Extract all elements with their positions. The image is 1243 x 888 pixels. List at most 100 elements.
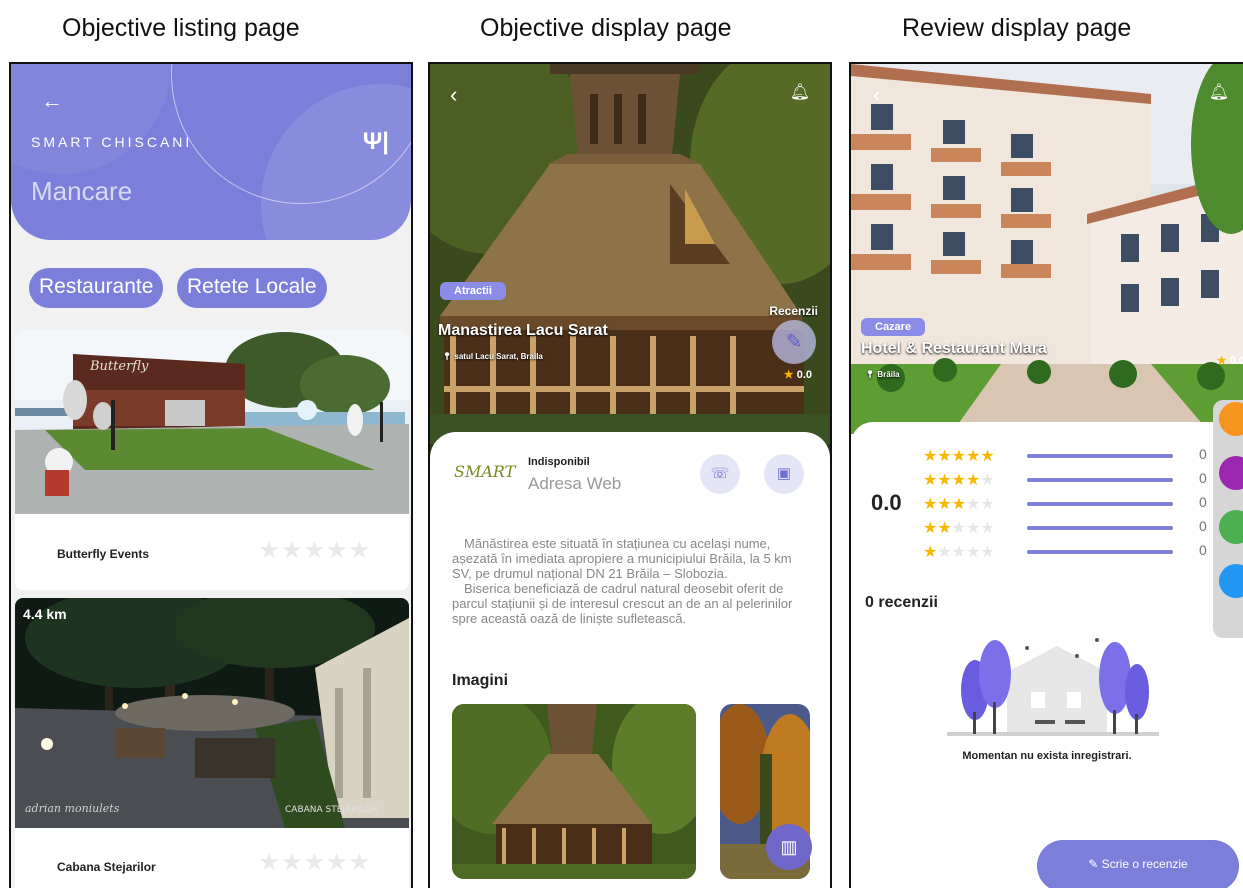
fork-knife-icon: Ψ| — [362, 128, 389, 155]
pin-icon: 📍︎ — [442, 352, 453, 361]
rating-stars: ★★★★★ — [923, 448, 995, 465]
description-paragraph: Biserica beneficiază de cadrul natural d… — [452, 581, 793, 626]
smart-logo: SMART — [454, 462, 520, 498]
theme-color-blue[interactable] — [1219, 564, 1243, 598]
location-row: 📍︎ Brăila — [865, 370, 900, 379]
back-arrow-icon[interactable]: ← — [41, 88, 63, 114]
decor-circle — [11, 64, 171, 174]
write-review-button[interactable]: ✎ — [772, 320, 816, 364]
call-button[interactable]: ☏ — [700, 454, 740, 494]
web-address-label[interactable]: Adresa Web — [528, 474, 621, 494]
venue-name: Cabana Stejarilor — [57, 860, 156, 874]
star-icon: ★ — [783, 369, 794, 381]
description-paragraph: Mănăstirea este situată în stațiunea cu … — [452, 536, 792, 581]
objective-title: Manastirea Lacu Sarat — [438, 322, 608, 339]
rating-stars: ★★★★★ — [923, 544, 995, 561]
theme-color-purple[interactable] — [1219, 456, 1243, 490]
listing-header: ← SMART CHISCANI Ψ| Mancare — [11, 64, 411, 240]
theme-color-orange[interactable] — [1219, 402, 1243, 436]
location-text: satul Lacu Sarat, Braila — [454, 352, 543, 361]
rating-count: 0 — [1199, 518, 1207, 534]
location-row: 📍︎ satul Lacu Sarat, Braila — [442, 352, 543, 361]
average-rating: 0.0 — [871, 490, 902, 515]
theme-color-picker — [1213, 400, 1243, 638]
write-review-label: Scrie o recenzie — [1101, 857, 1188, 871]
web-off-icon: ▣ — [776, 465, 792, 482]
location-text: Brăila — [877, 370, 900, 379]
details-sheet: SMART Indisponibil Adresa Web ☏ ▣ Mănăst… — [430, 432, 830, 888]
rating-value: 0.0 — [1229, 355, 1243, 367]
rating-count: 0 — [1199, 542, 1207, 558]
venue-name: Butterfly Events — [57, 547, 150, 561]
rating-bar — [1027, 478, 1173, 482]
reviews-sheet: 0.0 ★★★★★ 0 ★★★★★ 0 ★★★★★ 0 ★★★★★ 0 ★★★★… — [851, 422, 1243, 888]
theme-color-green[interactable] — [1219, 510, 1243, 544]
rating-count: 0 — [1199, 446, 1207, 462]
hero-image: ‹ 🔔︎ Atractii Manastirea Lacu Sarat 📍︎ s… — [430, 64, 830, 444]
caption-review: Review display page — [902, 14, 1132, 42]
venue-image: Butterfly — [15, 330, 409, 514]
display-screen: ‹ 🔔︎ Atractii Manastirea Lacu Sarat 📍︎ s… — [428, 62, 832, 888]
rating-stars: ★★★★★ — [258, 537, 371, 564]
chevron-left-icon[interactable]: ‹ — [450, 82, 457, 108]
rating-count: 0 — [1199, 470, 1207, 486]
app-brand: SMART CHISCANI — [31, 134, 193, 150]
pencil-icon: ✎ — [785, 331, 803, 353]
phone-off-icon: ☏ — [710, 465, 730, 482]
gallery-image[interactable] — [452, 704, 696, 879]
star-icon: ★ — [1216, 355, 1227, 367]
rating-bar — [1027, 550, 1173, 554]
hero-image: ‹ 🔔︎ Cazare Hotel & Restaurant Mara 📍︎ B… — [851, 64, 1243, 434]
category-tag: Atractii — [440, 282, 506, 300]
pin-icon: 📍︎ — [865, 370, 876, 379]
list-item[interactable]: Butterfly Butterfly Events ★★★★★ — [15, 330, 409, 590]
chip-retete-locale[interactable]: Retete Locale — [177, 268, 327, 308]
rating-summary: ★ 0.0 — [1217, 354, 1243, 367]
objective-title: Hotel & Restaurant Mara — [861, 340, 1047, 357]
rating-bar — [1027, 454, 1173, 458]
rating-row-2: ★★★★★ 0 — [923, 518, 1223, 538]
write-review-button[interactable]: ✎ Scrie o recenzie — [1037, 840, 1239, 888]
empty-message: Momentan nu exista inregistrari. — [962, 750, 1132, 762]
rating-stars: ★★★★★ — [923, 520, 995, 537]
distance-badge: 4.4 km — [23, 606, 67, 622]
svg-text:CABANA STEJARILOR: CABANA STEJARILOR — [285, 805, 378, 815]
availability-status: Indisponibil — [528, 456, 590, 468]
logo-text: SMART — [454, 462, 516, 481]
caption-listing: Objective listing page — [62, 14, 300, 42]
rating-value: 0.0 — [796, 369, 812, 381]
rating-row-4: ★★★★★ 0 — [923, 470, 1223, 490]
rating-stars: ★★★★★ — [923, 472, 995, 489]
rating-bar — [1027, 502, 1173, 506]
web-button[interactable]: ▣ — [764, 454, 804, 494]
reviews-label: Recenzii — [769, 304, 818, 318]
rating-summary: ★ 0.0 — [784, 368, 812, 381]
bell-icon[interactable]: 🔔︎ — [1209, 82, 1229, 102]
page-title: Mancare — [31, 176, 133, 206]
map-button[interactable]: ▥ — [766, 824, 812, 870]
svg-text:adrian moniulets: adrian moniulets — [25, 802, 120, 815]
category-tag: Cazare — [861, 318, 926, 336]
map-icon: ▥ — [780, 837, 798, 857]
description: Mănăstirea este situată în stațiunea cu … — [452, 536, 814, 626]
rating-row-1: ★★★★★ 0 — [923, 542, 1223, 562]
review-screen: ‹ 🔔︎ Cazare Hotel & Restaurant Mara 📍︎ B… — [849, 62, 1243, 888]
venue-image: adrian moniulets CABANA STEJARILOR 4.4 k… — [15, 598, 409, 828]
rating-count: 0 — [1199, 494, 1207, 510]
svg-text:Butterfly: Butterfly — [89, 359, 149, 374]
caption-display: Objective display page — [480, 14, 732, 42]
list-item[interactable]: adrian moniulets CABANA STEJARILOR 4.4 k… — [15, 598, 409, 888]
bell-icon[interactable]: 🔔︎ — [790, 82, 810, 102]
chevron-left-icon[interactable]: ‹ — [873, 82, 880, 108]
rating-row-3: ★★★★★ 0 — [923, 494, 1223, 514]
rating-stars: ★★★★★ — [258, 849, 371, 876]
pencil-icon: ✎ — [1088, 857, 1099, 871]
rating-row-5: ★★★★★ 0 — [923, 446, 1223, 466]
empty-state-illustration — [947, 632, 1159, 742]
rating-stars: ★★★★★ — [923, 496, 995, 513]
images-heading: Imagini — [452, 672, 509, 689]
listing-screen: ← SMART CHISCANI Ψ| Mancare Restaurante … — [9, 62, 413, 888]
chip-restaurante[interactable]: Restaurante — [29, 268, 164, 308]
rating-bar — [1027, 526, 1173, 530]
review-count: 0 recenzii — [865, 594, 938, 611]
